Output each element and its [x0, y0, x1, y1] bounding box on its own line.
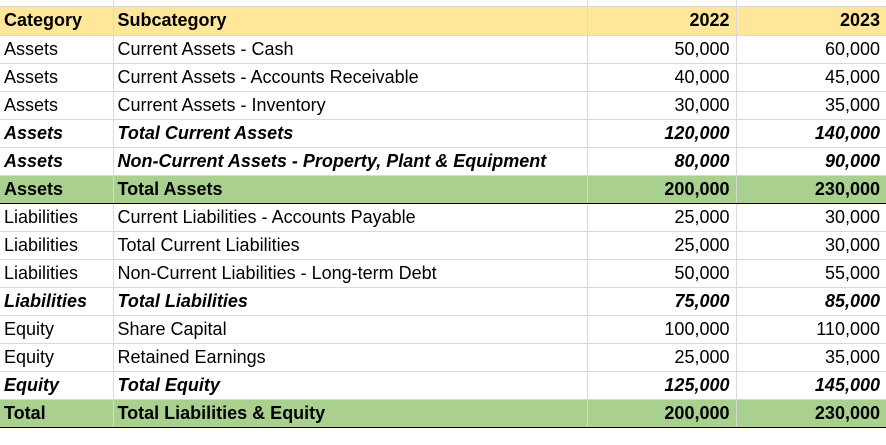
cell-subcategory[interactable]: Non-Current Liabilities - Long-term Debt: [113, 259, 588, 288]
cell-category[interactable]: Liabilities: [0, 203, 114, 232]
table-row: Assets Current Assets - Accounts Receivab…: [0, 63, 886, 92]
cell-category[interactable]: Assets: [0, 63, 114, 92]
table-row: Equity Total Equity 125,000 145,000: [0, 370, 886, 400]
table-row: Total Total Liabilities & Equity 200,000 23…: [0, 398, 886, 428]
table-row: Assets Non-Current Assets - Property, Pla…: [0, 146, 886, 176]
cell-2023[interactable]: 90,000: [736, 146, 886, 176]
cell-category[interactable]: Liabilities: [0, 231, 114, 260]
table-row: Liabilities Total Current Liabilities 25,0…: [0, 231, 886, 260]
cell-2022[interactable]: 50,000: [587, 259, 737, 288]
cell-category[interactable]: Total: [0, 398, 114, 428]
cell-2022[interactable]: 120,000: [587, 118, 737, 148]
cell-2023[interactable]: 230,000: [736, 174, 886, 204]
cell-2022[interactable]: 125,000: [587, 370, 737, 400]
cell-2023[interactable]: 45,000: [736, 63, 886, 92]
cell-2023[interactable]: 35,000: [736, 91, 886, 120]
cell-category[interactable]: Liabilities: [0, 259, 114, 288]
cell-subcategory[interactable]: Share Capital: [113, 314, 588, 344]
cell-2022[interactable]: 200,000: [587, 174, 737, 204]
cell-2023[interactable]: 30,000: [736, 203, 886, 232]
cell-2022[interactable]: 75,000: [587, 286, 737, 316]
header-category[interactable]: Category: [0, 7, 114, 36]
cell-2023[interactable]: 35,000: [736, 343, 886, 372]
cell-2022[interactable]: 25,000: [587, 343, 737, 372]
cell-category[interactable]: Liabilities: [0, 286, 114, 316]
table-row: Liabilities Non-Current Liabilities - Lon…: [0, 259, 886, 288]
cell-subcategory[interactable]: Current Assets - Cash: [113, 35, 588, 64]
cell-subcategory[interactable]: Total Current Liabilities: [113, 231, 588, 260]
cell-2023[interactable]: 85,000: [736, 286, 886, 316]
cell-subcategory[interactable]: Total Equity: [113, 370, 588, 400]
cell-category[interactable]: Equity: [0, 370, 114, 400]
cell-2023[interactable]: 230,000: [736, 398, 886, 428]
cell-2023[interactable]: 110,000: [736, 314, 886, 344]
table-row: Assets Current Assets - Inventory 30,000 35…: [0, 91, 886, 120]
spreadsheet: Category Subcategory 2022 2023 Assets Cur…: [0, 0, 886, 445]
balance-sheet-table: Category Subcategory 2022 2023 Assets Cur…: [0, 7, 886, 428]
cell-subcategory[interactable]: Total Assets: [113, 174, 588, 204]
table-row: Assets Total Assets 200,000 230,000: [0, 174, 886, 204]
header-row: Category Subcategory 2022 2023: [0, 7, 886, 36]
cell-subcategory[interactable]: Total Current Assets: [113, 118, 588, 148]
cell-category[interactable]: Assets: [0, 146, 114, 176]
cell-category[interactable]: Assets: [0, 174, 114, 204]
cell-subcategory[interactable]: Non-Current Assets - Property, Plant & E…: [113, 146, 588, 176]
cell-2022[interactable]: 50,000: [587, 35, 737, 64]
cell-subcategory[interactable]: Current Assets - Inventory: [113, 91, 588, 120]
cell-category[interactable]: Assets: [0, 118, 114, 148]
cell-2022[interactable]: 100,000: [587, 314, 737, 344]
cell-subcategory[interactable]: Current Liabilities - Accounts Payable: [113, 203, 588, 232]
cell-2022[interactable]: 30,000: [587, 91, 737, 120]
table-row: Assets Total Current Assets 120,000 140,000: [0, 118, 886, 148]
cell-subcategory[interactable]: Current Assets - Accounts Receivable: [113, 63, 588, 92]
cell-category[interactable]: Assets: [0, 91, 114, 120]
previous-row-strip: [0, 0, 886, 7]
cell-2022[interactable]: 200,000: [587, 398, 737, 428]
table-row: Equity Retained Earnings 25,000 35,000: [0, 343, 886, 372]
cell-2022[interactable]: 25,000: [587, 203, 737, 232]
cell-subcategory[interactable]: Total Liabilities & Equity: [113, 398, 588, 428]
header-2023[interactable]: 2023: [736, 7, 886, 36]
table-row: Assets Current Assets - Cash 50,000 60,000: [0, 35, 886, 64]
cell-subcategory[interactable]: Retained Earnings: [113, 343, 588, 372]
cell-2023[interactable]: 140,000: [736, 118, 886, 148]
cell-2022[interactable]: 25,000: [587, 231, 737, 260]
header-2022[interactable]: 2022: [587, 7, 737, 36]
cell-2023[interactable]: 55,000: [736, 259, 886, 288]
cell-2023[interactable]: 30,000: [736, 231, 886, 260]
cell-subcategory[interactable]: Total Liabilities: [113, 286, 588, 316]
header-subcategory[interactable]: Subcategory: [113, 7, 588, 36]
cell-category[interactable]: Assets: [0, 35, 114, 64]
table-row: Liabilities Total Liabilities 75,000 85,000: [0, 286, 886, 316]
table-row: Equity Share Capital 100,000 110,000: [0, 314, 886, 344]
table-row: Liabilities Current Liabilities - Account…: [0, 203, 886, 232]
cell-category[interactable]: Equity: [0, 314, 114, 344]
cell-2023[interactable]: 60,000: [736, 35, 886, 64]
cell-2023[interactable]: 145,000: [736, 370, 886, 400]
cell-2022[interactable]: 40,000: [587, 63, 737, 92]
cell-2022[interactable]: 80,000: [587, 146, 737, 176]
cell-category[interactable]: Equity: [0, 343, 114, 372]
